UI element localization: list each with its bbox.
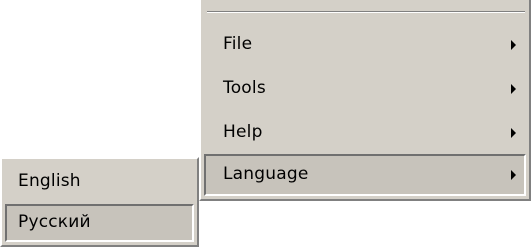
menu-item-label: English <box>18 171 81 191</box>
chevron-right-icon <box>511 84 516 94</box>
chevron-right-icon <box>511 40 516 50</box>
chevron-right-icon <box>511 170 516 180</box>
menu-item-label: Help <box>223 122 263 142</box>
menu-item-label: Русский <box>18 212 91 232</box>
menu-item-help[interactable]: Help <box>201 112 529 154</box>
main-menu: File Tools Help Language <box>199 0 531 201</box>
menu-item-tools[interactable]: Tools <box>201 68 529 110</box>
language-submenu: English Русский <box>0 157 199 247</box>
menu-item-english[interactable]: English <box>2 163 197 201</box>
menu-item-language[interactable]: Language <box>204 154 526 196</box>
menu-item-label: Tools <box>223 78 266 98</box>
menu-item-russian[interactable]: Русский <box>5 204 194 242</box>
chevron-right-icon <box>511 128 516 138</box>
menu-item-label: File <box>223 34 253 54</box>
menu-item-label: Language <box>223 164 309 184</box>
menu-item-file[interactable]: File <box>201 24 529 66</box>
